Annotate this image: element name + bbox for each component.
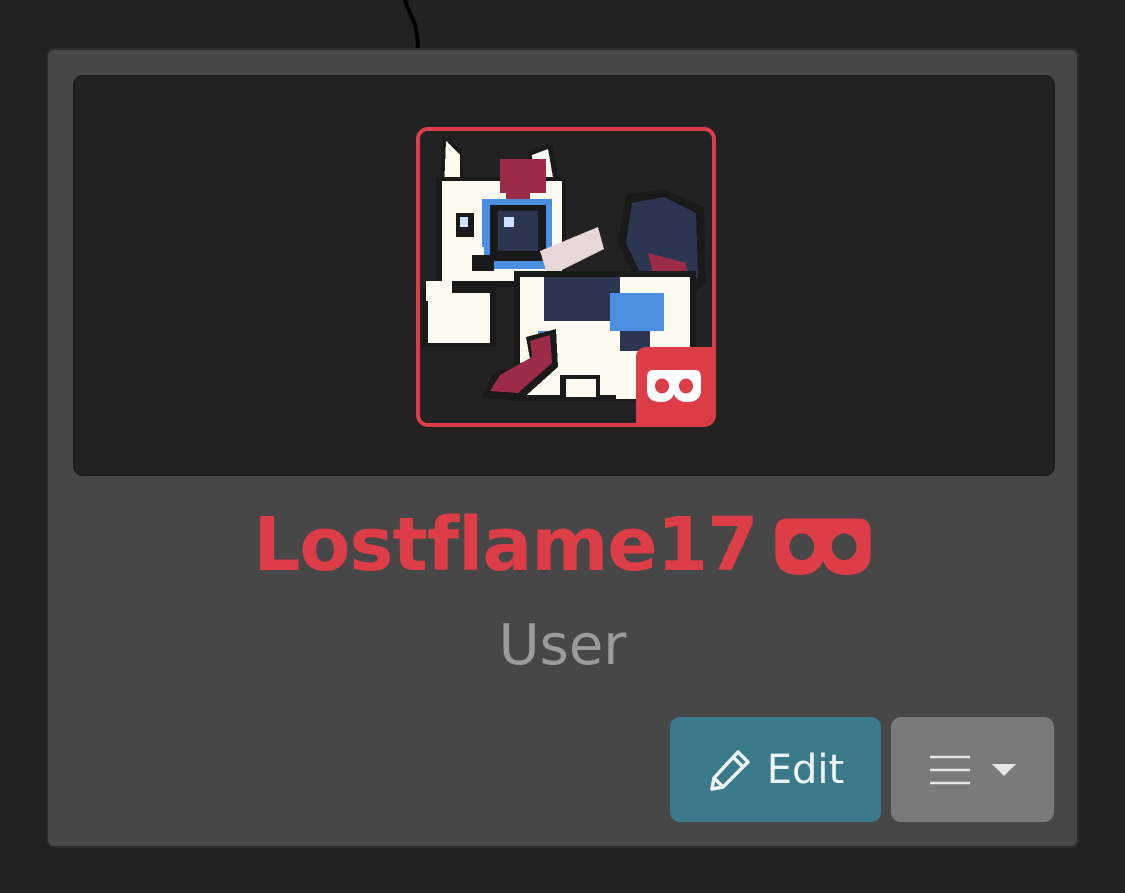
- avatar[interactable]: [416, 127, 716, 427]
- username-row: Lostflame17: [48, 508, 1077, 582]
- mask-icon: [774, 518, 871, 575]
- username: Lostflame17: [253, 502, 758, 588]
- profile-banner: [73, 75, 1055, 476]
- avatar-badge: [636, 347, 712, 423]
- more-options-button[interactable]: [891, 717, 1054, 822]
- hamburger-menu-icon: [929, 755, 970, 784]
- caret-down-icon: [991, 763, 1016, 776]
- user-role: User: [498, 613, 627, 678]
- mask-icon: [647, 370, 701, 402]
- profile-card: Lostflame17 User Edit: [46, 48, 1079, 848]
- edit-button[interactable]: Edit: [670, 717, 881, 822]
- page: Lostflame17 User Edit: [0, 0, 1125, 893]
- pencil-icon: [710, 749, 750, 791]
- edit-button-label: Edit: [766, 746, 845, 793]
